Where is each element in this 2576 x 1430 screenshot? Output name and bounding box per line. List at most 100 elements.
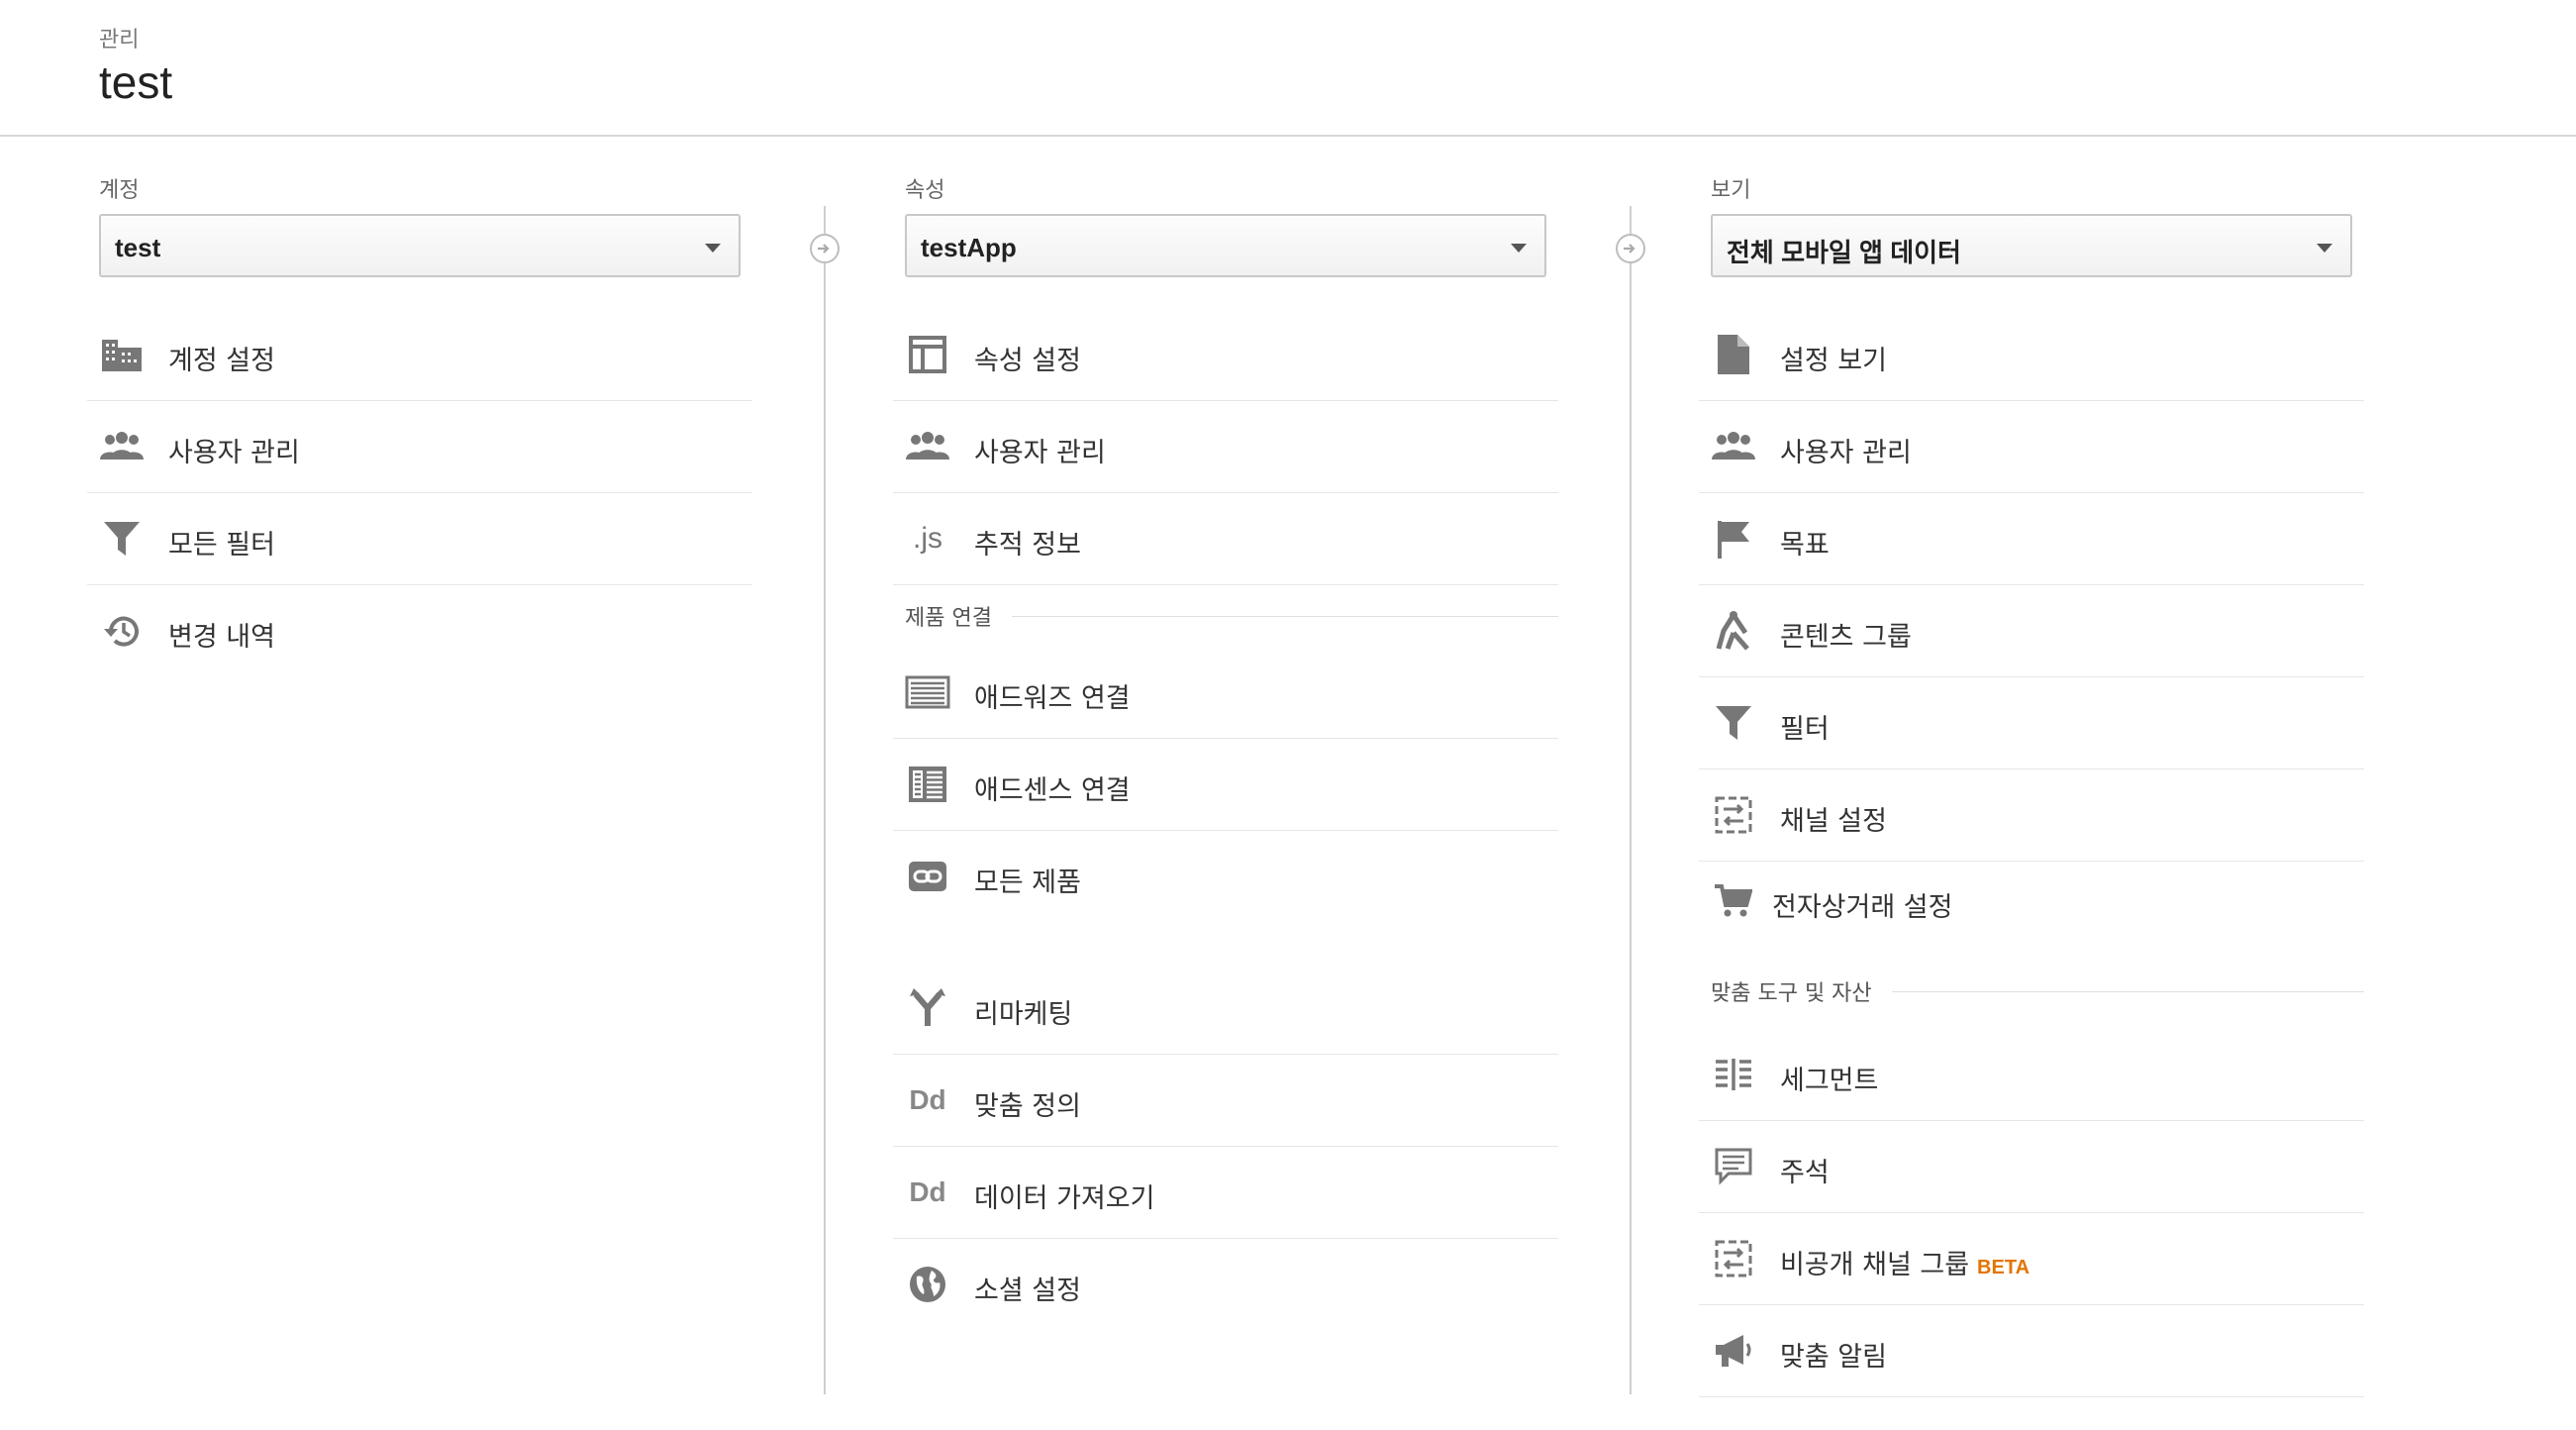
- menu-item-channel-settings[interactable]: 채널 설정: [1699, 769, 2364, 862]
- history-icon: [99, 611, 145, 651]
- menu-item-label-text: 비공개 채널 그룹: [1780, 1250, 1970, 1280]
- menu-item-user-management[interactable]: 사용자 관리: [1699, 401, 2364, 493]
- menu-item-label: 소셜 설정: [974, 1276, 1081, 1306]
- menu-item-remarketing[interactable]: 리마케팅: [893, 963, 1558, 1055]
- menu-item-property-settings[interactable]: 속성 설정: [893, 309, 1558, 401]
- menu-item-label: 리마케팅: [974, 999, 1073, 1030]
- menu-item-social-settings[interactable]: 소셜 설정: [893, 1239, 1558, 1331]
- menu-item-tracking-info[interactable]: .js 추적 정보: [893, 493, 1558, 585]
- chevron-down-icon: [705, 244, 721, 253]
- menu-item-annotations[interactable]: 주석: [1699, 1121, 2364, 1213]
- js-icon: .js: [913, 522, 942, 555]
- flag-icon: [1711, 519, 1756, 559]
- menu-item-adsense-linking[interactable]: 애드센스 연결: [893, 739, 1558, 831]
- menu-item-label: 애드워즈 연결: [974, 683, 1131, 714]
- menu-item-label: 설정 보기: [1780, 346, 1887, 376]
- globe-icon: [905, 1265, 950, 1304]
- section-custom-tools: 맞춤 도구 및 자산: [1699, 954, 2364, 1029]
- account-menu: 계정 설정 사용자 관리 모든 필터 변경 내역: [87, 309, 752, 677]
- menu-item-private-channel-groupings[interactable]: 비공개 채널 그룹 BETA: [1699, 1213, 2364, 1305]
- menu-item-data-import[interactable]: Dd 데이터 가져오기: [893, 1147, 1558, 1239]
- content-group-icon: [1711, 611, 1756, 651]
- menu-item-content-grouping[interactable]: 콘텐츠 그룹: [1699, 585, 2364, 677]
- channel-icon: [1711, 1239, 1756, 1278]
- view-label: 보기: [1711, 178, 1751, 203]
- users-icon: [905, 427, 950, 466]
- chevron-down-icon: [2317, 244, 2332, 253]
- column-divider: [1630, 206, 1632, 1394]
- menu-item-label: 변경 내역: [168, 622, 275, 653]
- menu-item-label: 비공개 채널 그룹 BETA: [1780, 1243, 2030, 1281]
- property-label: 속성: [905, 178, 945, 203]
- arrow-right-icon: [1616, 234, 1645, 263]
- menu-item-label: 모든 제품: [974, 868, 1081, 898]
- menu-item-user-management[interactable]: 사용자 관리: [893, 401, 1558, 493]
- property-selector[interactable]: testApp: [905, 214, 1546, 277]
- menu-item-label: 모든 필터: [168, 530, 275, 561]
- cart-icon: [1711, 881, 1756, 921]
- menu-item-ecommerce-settings[interactable]: 전자상거래 설정: [1699, 862, 2364, 954]
- menu-item-goals[interactable]: 목표: [1699, 493, 2364, 585]
- menu-item-label: 추적 정보: [974, 530, 1081, 561]
- arrow-right-icon: [810, 234, 840, 263]
- menu-item-label: 애드센스 연결: [974, 775, 1131, 806]
- menu-item-label: 채널 설정: [1780, 806, 1887, 837]
- account-selector[interactable]: test: [99, 214, 741, 277]
- chevron-down-icon: [1511, 244, 1527, 253]
- menu-item-filters[interactable]: 필터: [1699, 677, 2364, 769]
- menu-item-label: 세그먼트: [1780, 1066, 1879, 1096]
- menu-item-label: 콘텐츠 그룹: [1780, 622, 1912, 653]
- menu-item-user-management[interactable]: 사용자 관리: [87, 401, 752, 493]
- view-menu: 설정 보기 사용자 관리 목표 콘텐츠 그룹 필터 채널 설정 전자상거래 설정…: [1699, 309, 2364, 1397]
- divider: [1891, 990, 2364, 992]
- menu-item-label: 사용자 관리: [168, 438, 300, 468]
- dd-icon: Dd: [909, 1176, 946, 1207]
- menu-item-account-settings[interactable]: 계정 설정: [87, 309, 752, 401]
- menu-item-label: 전자상거래 설정: [1772, 892, 1953, 923]
- dd-icon: Dd: [909, 1084, 946, 1115]
- filter-icon: [1711, 703, 1756, 743]
- menu-item-custom-alerts[interactable]: 맞춤 알림: [1699, 1305, 2364, 1397]
- section-product-linking: 제품 연결: [893, 585, 1558, 647]
- link-icon: [905, 857, 950, 896]
- users-icon: [99, 427, 145, 466]
- menu-item-view-settings[interactable]: 설정 보기: [1699, 309, 2364, 401]
- menu-item-custom-definitions[interactable]: Dd 맞춤 정의: [893, 1055, 1558, 1147]
- column-divider: [824, 206, 826, 1394]
- account-selected-value: test: [115, 233, 161, 262]
- property-selected-value: testApp: [921, 233, 1017, 262]
- layout-icon: [905, 335, 950, 374]
- menu-item-all-filters[interactable]: 모든 필터: [87, 493, 752, 585]
- channel-icon: [1711, 795, 1756, 835]
- users-icon: [1711, 427, 1756, 466]
- view-selector[interactable]: 전체 모바일 앱 데이터: [1711, 214, 2352, 277]
- divider: [1011, 615, 1558, 617]
- menu-item-label: 속성 설정: [974, 346, 1081, 376]
- menu-item-label: 목표: [1780, 530, 1830, 561]
- comment-icon: [1711, 1147, 1756, 1186]
- menu-item-label: 맞춤 정의: [974, 1091, 1081, 1122]
- menu-item-label: 맞춤 알림: [1780, 1342, 1887, 1373]
- building-icon: [99, 335, 145, 374]
- view-selected-value: 전체 모바일 앱 데이터: [1727, 238, 1961, 267]
- menu-item-all-products[interactable]: 모든 제품: [893, 831, 1558, 923]
- adsense-icon: [905, 765, 950, 804]
- menu-item-label: 사용자 관리: [974, 438, 1106, 468]
- menu-item-segments[interactable]: 세그먼트: [1699, 1029, 2364, 1121]
- menu-item-label: 계정 설정: [168, 346, 275, 376]
- property-menu: 속성 설정 사용자 관리 .js 추적 정보 제품 연결 애드워즈 연결 애드센…: [893, 309, 1558, 1331]
- menu-item-label: 데이터 가져오기: [974, 1183, 1155, 1214]
- page-title: test: [99, 56, 173, 108]
- document-icon: [1711, 335, 1756, 374]
- beta-badge: BETA: [1977, 1257, 2031, 1278]
- menu-item-adwords-linking[interactable]: 애드워즈 연결: [893, 647, 1558, 739]
- menu-item-change-history[interactable]: 변경 내역: [87, 585, 752, 677]
- section-title: 제품 연결: [905, 606, 992, 631]
- menu-item-label: 주석: [1780, 1158, 1830, 1188]
- menu-item-label: 필터: [1780, 714, 1830, 745]
- breadcrumb: 관리: [99, 28, 140, 52]
- segment-icon: [1711, 1055, 1756, 1094]
- filter-icon: [99, 519, 145, 559]
- admin-header: 관리 test: [0, 0, 2576, 137]
